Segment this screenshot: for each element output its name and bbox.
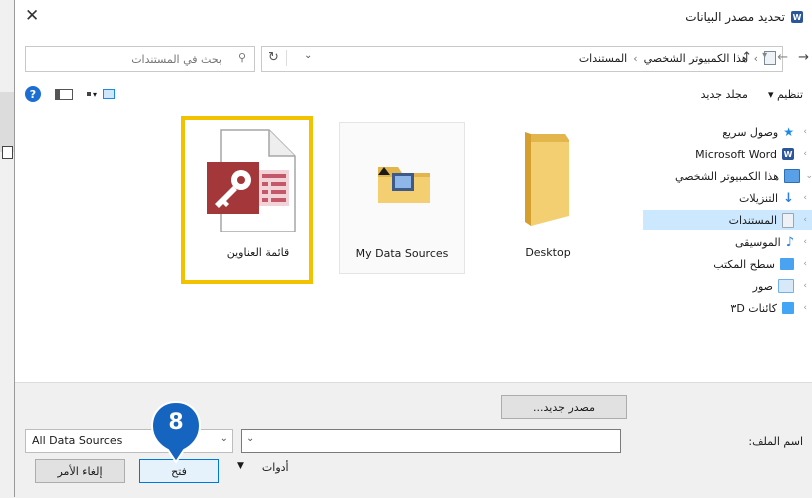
sidebar-item-label: وصول سريع — [722, 125, 779, 139]
close-icon[interactable]: ✕ — [25, 6, 39, 26]
cancel-button[interactable]: إلغاء الأمر — [35, 459, 125, 483]
nav-buttons: ↑ ▾ ← → — [741, 50, 809, 65]
chevron-icon[interactable]: › — [799, 237, 807, 247]
new-source-button[interactable]: مصدر جديد... — [501, 395, 627, 419]
chevron-icon[interactable]: › — [799, 303, 807, 313]
sidebar-item-pictures[interactable]: › صور — [753, 276, 807, 296]
chevron-icon[interactable]: › — [799, 281, 807, 291]
sidebar-item-label: كائنات ٣D — [730, 301, 777, 315]
sidebar-item-label: هذا الكمبيوتر الشخصي — [675, 169, 779, 183]
desktop-icon — [780, 258, 794, 270]
tools-menu[interactable]: أدوات ▼ — [237, 461, 289, 474]
sidebar-item-label: صور — [752, 279, 773, 293]
help-icon[interactable]: ? — [25, 86, 41, 102]
filename-label: اسم الملف: — [748, 435, 803, 448]
background-window-edge — [0, 92, 15, 152]
dialog-footer: مصدر جديد... اسم الملف: ⌄ All Data Sourc… — [15, 382, 812, 498]
download-icon: ↓ — [783, 190, 794, 206]
search-input[interactable] — [30, 49, 224, 69]
breadcrumb-item-this-pc[interactable]: هذا الكمبيوتر الشخصي — [644, 52, 748, 65]
file-item-my-data-sources[interactable]: My Data Sources — [339, 122, 465, 274]
file-item-label: Desktop — [525, 246, 571, 259]
background-window-icon — [2, 146, 13, 159]
star-icon: ★ — [783, 125, 794, 139]
preview-pane-icon[interactable] — [55, 88, 73, 100]
word-app-icon: W — [791, 11, 803, 23]
pictures-icon — [778, 279, 794, 293]
back-arrow-icon[interactable]: → — [798, 50, 809, 65]
file-list: Desktop My Data Sources قائمة العناوين — [15, 114, 643, 382]
sidebar-item-quick-access[interactable]: › ★ وصول سريع — [722, 122, 807, 142]
sidebar-item-desktop[interactable]: › سطح المكتب — [713, 254, 807, 274]
tools-label: أدوات — [261, 461, 289, 474]
sidebar-item-label: سطح المكتب — [713, 257, 775, 271]
highlight-frame — [181, 116, 313, 284]
documents-icon — [782, 212, 794, 228]
new-folder-button[interactable]: مجلد جديد — [701, 88, 748, 101]
view-options-icon[interactable]: ▾ — [87, 89, 116, 99]
search-icon: ⚲ — [237, 51, 246, 64]
window-title: W تحديد مصدر البيانات — [685, 10, 803, 24]
title-bar: W تحديد مصدر البيانات ✕ — [15, 0, 812, 36]
sidebar-item-documents[interactable]: › المستندات — [643, 210, 812, 230]
breadcrumb-separator: › — [633, 51, 638, 65]
address-separator — [286, 50, 287, 66]
organize-menu[interactable]: تنظيم ▾ — [768, 88, 803, 101]
select-data-source-dialog: W تحديد مصدر البيانات ✕ ⚲ ↻ ⌄ › هذا الكم… — [14, 0, 812, 498]
chevron-icon[interactable]: › — [799, 193, 807, 203]
sidebar-item-downloads[interactable]: › ↓ التنزيلات — [739, 188, 807, 208]
address-dropdown-icon[interactable]: ⌄ — [304, 50, 312, 61]
window-title-text: تحديد مصدر البيانات — [685, 10, 785, 24]
chevron-down-icon[interactable]: ⌄ — [805, 171, 812, 181]
computer-icon — [784, 169, 800, 183]
refresh-icon[interactable]: ↻ — [268, 50, 279, 65]
chevron-icon[interactable]: › — [799, 259, 807, 269]
command-toolbar: تنظيم ▾ مجلد جديد ? ▾ — [15, 80, 812, 112]
chevron-icon[interactable]: › — [799, 127, 807, 137]
music-icon: ♪ — [785, 234, 794, 250]
address-bar[interactable]: ↻ ⌄ › هذا الكمبيوتر الشخصي › المستندات — [261, 46, 783, 72]
sidebar-item-label: الموسيقى — [734, 235, 781, 249]
recent-locations-icon[interactable]: ▾ — [762, 50, 767, 65]
sidebar-item-3d-objects[interactable]: › كائنات ٣D — [730, 298, 807, 318]
file-item-desktop[interactable]: Desktop — [485, 122, 611, 274]
breadcrumb-item-documents[interactable]: المستندات — [579, 52, 627, 65]
step-marker: 8 — [150, 400, 202, 464]
navigation-pane: › ★ وصول سريع › W Microsoft Word ⌄ هذا ا… — [643, 114, 812, 382]
search-box[interactable]: ⚲ — [25, 46, 255, 72]
filename-field[interactable]: ⌄ — [241, 429, 621, 453]
up-arrow-icon[interactable]: ↑ — [741, 50, 752, 65]
sidebar-item-music[interactable]: › ♪ الموسيقى — [735, 232, 807, 252]
word-icon: W — [782, 148, 794, 160]
forward-arrow-icon[interactable]: ← — [777, 50, 788, 65]
sidebar-item-label: Microsoft Word — [695, 147, 777, 161]
navigation-bar: ⚲ ↻ ⌄ › هذا الكمبيوتر الشخصي › المستندات… — [15, 40, 812, 76]
step-number: 8 — [168, 410, 184, 435]
filename-dropdown-icon[interactable]: ⌄ — [246, 433, 254, 444]
tools-dropdown-icon: ▼ — [237, 461, 244, 471]
toolbar-view-controls: ? ▾ — [25, 86, 116, 102]
sidebar-item-microsoft-word[interactable]: › W Microsoft Word — [695, 144, 807, 164]
file-item-label: My Data Sources — [355, 247, 449, 260]
file-type-value: All Data Sources — [32, 434, 123, 447]
chevron-icon[interactable]: › — [799, 149, 807, 159]
sidebar-item-label: التنزيلات — [738, 191, 779, 205]
toolbar-actions: تنظيم ▾ مجلد جديد — [701, 88, 803, 101]
sidebar-item-this-pc[interactable]: ⌄ هذا الكمبيوتر الشخصي — [675, 166, 812, 186]
3d-objects-icon — [782, 302, 794, 314]
data-sources-folder-icon — [378, 167, 430, 203]
folder-icon — [525, 132, 569, 226]
chevron-icon[interactable]: › — [799, 215, 807, 225]
sidebar-item-label: المستندات — [728, 213, 777, 227]
chevron-down-icon[interactable]: ⌄ — [220, 433, 228, 444]
